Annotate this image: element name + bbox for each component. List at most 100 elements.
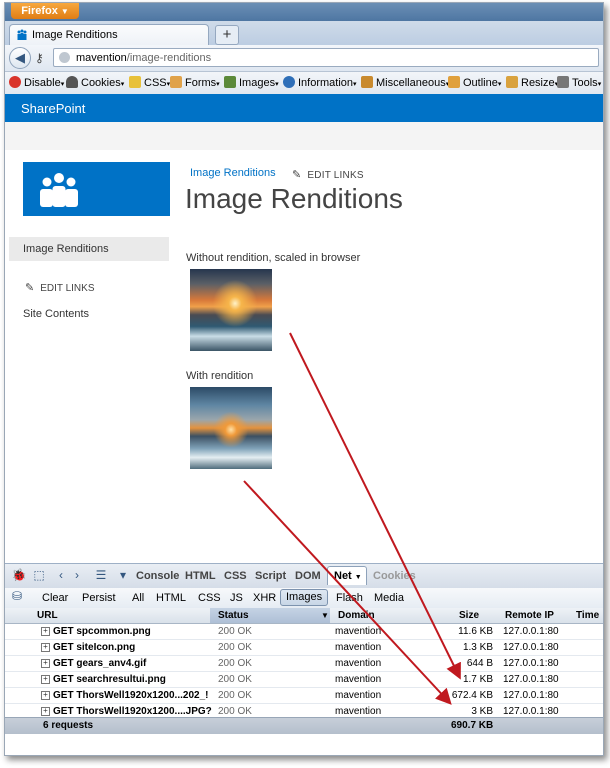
filter-css[interactable]: CSS bbox=[198, 592, 221, 604]
tab-cookies[interactable]: Cookies bbox=[373, 570, 416, 582]
tab-css[interactable]: CSS bbox=[224, 570, 247, 582]
forward-arrow-icon[interactable]: › bbox=[69, 568, 85, 584]
wd-miscellaneous[interactable]: Miscellaneous▾ bbox=[361, 76, 449, 89]
wd-images[interactable]: Images▾ bbox=[224, 76, 279, 89]
clear-button[interactable]: Clear bbox=[42, 592, 68, 604]
edit-links-top[interactable]: ✎ EDIT LINKS bbox=[292, 168, 364, 181]
row-ip: 127.0.0.1:80 bbox=[503, 658, 559, 669]
leftnav-item-site-contents[interactable]: Site Contents bbox=[23, 308, 89, 320]
wd-tools[interactable]: Tools▾ bbox=[557, 76, 601, 89]
tab-image-renditions[interactable]: Image Renditions bbox=[9, 24, 209, 45]
breadcrumb-link[interactable]: Image Renditions bbox=[190, 167, 276, 179]
tab-net[interactable]: Net ▼ bbox=[327, 566, 367, 585]
people-logo-icon bbox=[40, 173, 78, 207]
inspect-icon[interactable]: ⬚ bbox=[31, 568, 47, 584]
row-domain: mavention bbox=[335, 690, 382, 701]
expand-icon[interactable]: + bbox=[41, 675, 50, 684]
table-row[interactable]: + GET searchresultui.png 200 OK maventio… bbox=[5, 672, 603, 688]
dropdown-arrow-icon: ▾ bbox=[60, 81, 65, 88]
wd-information[interactable]: Information▾ bbox=[283, 76, 357, 89]
globe-icon bbox=[59, 52, 70, 63]
expand-icon[interactable]: + bbox=[41, 627, 50, 636]
wd-forms[interactable]: Forms▾ bbox=[170, 76, 220, 89]
dropdown-arrow-icon: ▾ bbox=[597, 81, 602, 88]
site-logo[interactable] bbox=[23, 162, 170, 216]
tools-icon bbox=[557, 76, 569, 88]
filter-js[interactable]: JS bbox=[230, 592, 243, 604]
filter-all[interactable]: All bbox=[132, 592, 144, 604]
wd-tools-label: Tools bbox=[572, 77, 598, 89]
edit-links-left-label: EDIT LINKS bbox=[40, 283, 95, 294]
page-title: Image Renditions bbox=[185, 183, 403, 214]
expand-icon[interactable]: + bbox=[41, 691, 50, 700]
net-panel-icon: ⛁ bbox=[11, 589, 23, 603]
tab-dom[interactable]: DOM bbox=[295, 570, 321, 582]
tab-console[interactable]: Console bbox=[136, 570, 179, 582]
row-status: 200 OK bbox=[218, 642, 252, 653]
row-ip: 127.0.0.1:80 bbox=[503, 706, 559, 717]
row-size: 644 B bbox=[466, 658, 493, 669]
dropdown-arrow-icon: ▾ bbox=[275, 81, 279, 88]
wd-resize[interactable]: Resize▾ bbox=[506, 76, 558, 89]
row-url: GET searchresultui.png bbox=[53, 674, 166, 685]
column-url[interactable]: URL bbox=[37, 610, 58, 621]
menu-list-icon[interactable]: ☰ bbox=[93, 568, 109, 584]
wd-css[interactable]: CSS▾ bbox=[129, 76, 170, 89]
column-domain[interactable]: Domain bbox=[338, 610, 375, 621]
tab-strip: Image Renditions + bbox=[5, 21, 603, 45]
navigation-bar: ◀ ⚷ mavention/image-renditions bbox=[5, 45, 603, 72]
table-row[interactable]: + GET siteIcon.png 200 OK mavention 1.3 … bbox=[5, 640, 603, 656]
tab-html[interactable]: HTML bbox=[185, 570, 216, 582]
forms-icon bbox=[170, 76, 182, 88]
column-size[interactable]: Size bbox=[459, 610, 479, 621]
row-domain: mavention bbox=[335, 626, 382, 637]
row-size: 11.6 KB bbox=[458, 626, 493, 637]
new-tab-button[interactable]: + bbox=[215, 25, 239, 45]
firebug-icon[interactable]: 🐞 bbox=[11, 568, 27, 584]
resize-icon bbox=[506, 76, 518, 88]
table-row[interactable]: + GET spcommon.png 200 OK mavention 11.6… bbox=[5, 624, 603, 640]
tab-script[interactable]: Script bbox=[255, 570, 286, 582]
suite-title[interactable]: SharePoint bbox=[21, 101, 85, 116]
leftnav-item-image-renditions[interactable]: Image Renditions bbox=[9, 237, 169, 261]
summary-size: 690.7 KB bbox=[451, 720, 494, 731]
url-host: mavention bbox=[76, 52, 127, 64]
caption-without-rendition: Without rendition, scaled in browser bbox=[186, 252, 361, 264]
row-status: 200 OK bbox=[218, 690, 252, 701]
wd-forms-label: Forms bbox=[185, 77, 217, 89]
filter-flash[interactable]: Flash bbox=[336, 592, 363, 604]
expand-icon[interactable]: + bbox=[41, 659, 50, 668]
row-url: GET gears_anv4.gif bbox=[53, 658, 147, 669]
url-path: /image-renditions bbox=[126, 52, 212, 64]
wd-outline-label: Outline bbox=[463, 77, 498, 89]
key-icon[interactable]: ⚷ bbox=[35, 51, 44, 65]
filter-html[interactable]: HTML bbox=[156, 592, 186, 604]
sort-arrow-icon: ▼ bbox=[321, 611, 329, 620]
persist-button[interactable]: Persist bbox=[82, 592, 116, 604]
expand-icon[interactable]: + bbox=[41, 707, 50, 716]
column-time[interactable]: Time bbox=[576, 610, 599, 621]
filter-xhr[interactable]: XHR bbox=[253, 592, 276, 604]
table-row[interactable]: + GET ThorsWell1920x1200...202_! 200 OK … bbox=[5, 688, 603, 704]
panel-dropdown-icon[interactable]: ▾ bbox=[115, 568, 131, 584]
back-arrow-icon[interactable]: ‹ bbox=[53, 568, 69, 584]
table-row[interactable]: + GET gears_anv4.gif 200 OK mavention 64… bbox=[5, 656, 603, 672]
address-bar[interactable]: mavention/image-renditions bbox=[53, 48, 599, 67]
wd-miscellaneous-label: Miscellaneous bbox=[376, 77, 446, 89]
column-remote-ip[interactable]: Remote IP bbox=[505, 610, 554, 621]
url-text: mavention/image-renditions bbox=[76, 52, 211, 64]
firefox-menu-button[interactable]: Firefox ▼ bbox=[11, 3, 79, 19]
expand-icon[interactable]: + bbox=[41, 643, 50, 652]
wd-disable[interactable]: Disable▾ bbox=[9, 76, 64, 89]
outline-pencil-icon bbox=[448, 76, 460, 88]
filter-media[interactable]: Media bbox=[374, 592, 404, 604]
edit-links-left[interactable]: ✎ EDIT LINKS bbox=[25, 281, 95, 294]
filter-images[interactable]: Images bbox=[280, 589, 329, 606]
wd-outline[interactable]: Outline▾ bbox=[448, 76, 501, 89]
wd-cookies[interactable]: Cookies▾ bbox=[66, 76, 124, 89]
information-icon bbox=[283, 76, 295, 88]
back-button[interactable]: ◀ bbox=[9, 47, 31, 69]
column-status[interactable]: Status bbox=[218, 610, 249, 621]
image-with-rendition bbox=[190, 387, 272, 469]
net-table-header: URL Status ▼ Domain Size Remote IP Time bbox=[5, 608, 603, 624]
